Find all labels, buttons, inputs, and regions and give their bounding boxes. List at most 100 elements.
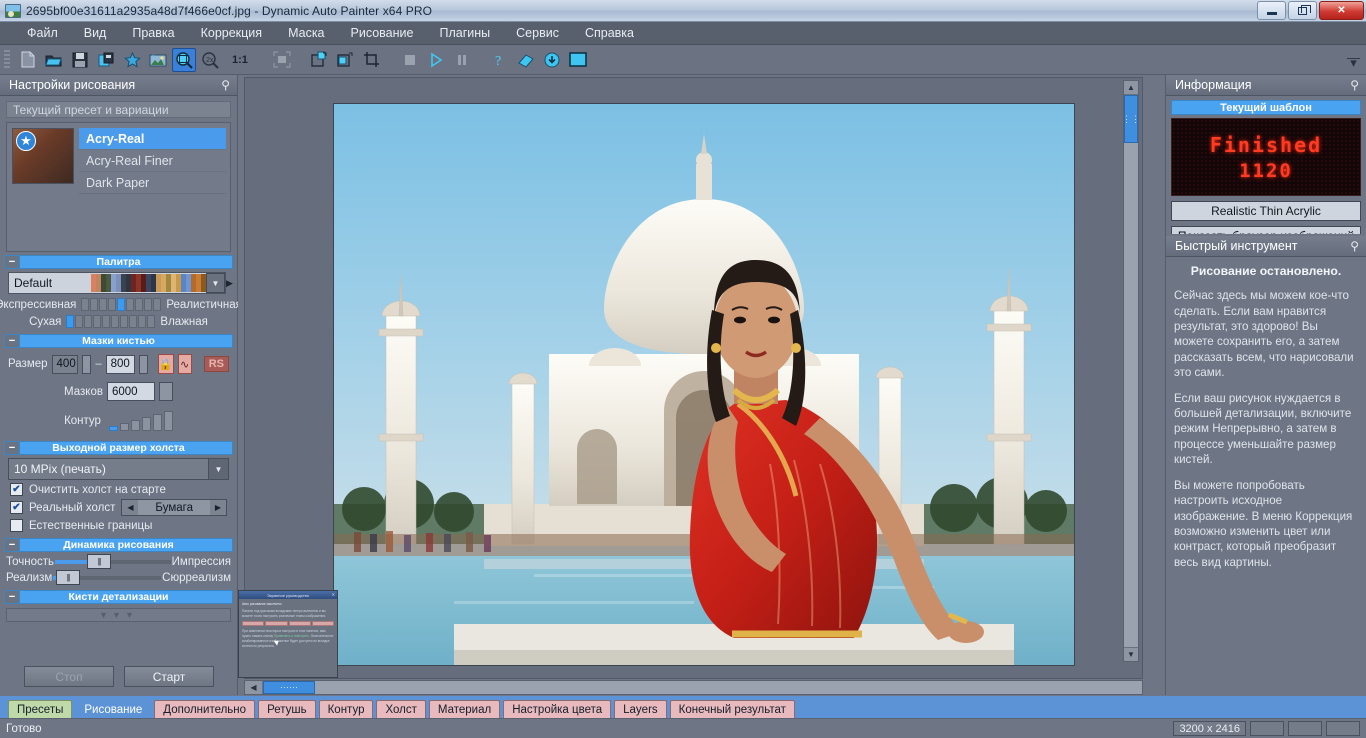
- scroll-up-icon[interactable]: ▲: [1124, 81, 1138, 95]
- panel-scroll-indicator[interactable]: ▼▼▼: [6, 608, 231, 622]
- chevron-down-icon[interactable]: ▼: [208, 459, 228, 479]
- expressive-tick-3[interactable]: [108, 298, 117, 311]
- start-button[interactable]: Старт: [124, 666, 214, 687]
- collapse-icon[interactable]: −: [5, 539, 20, 551]
- dry-tick-8[interactable]: [138, 315, 147, 328]
- chevron-down-icon[interactable]: ▼: [206, 273, 225, 293]
- dry-tickbar[interactable]: [66, 315, 156, 328]
- palette-expand-icon[interactable]: ▶: [226, 278, 233, 289]
- brush-size-min-input[interactable]: 400: [51, 354, 79, 374]
- brush-size-max-input[interactable]: 800: [105, 354, 135, 374]
- prev-material-icon[interactable]: ◀: [122, 500, 139, 515]
- strokes-count-input[interactable]: 6000: [106, 382, 155, 401]
- menu-item-service[interactable]: Сервис: [503, 24, 572, 42]
- contour-bar-4[interactable]: [152, 414, 162, 431]
- book-icon[interactable]: [514, 48, 538, 72]
- pin-icon[interactable]: ⚲: [1350, 239, 1359, 253]
- artwork-image[interactable]: [333, 103, 1075, 666]
- minimize-button[interactable]: [1257, 1, 1286, 20]
- crop-icon[interactable]: [360, 48, 384, 72]
- zoom-in-icon[interactable]: [172, 47, 196, 72]
- close-button[interactable]: ✕: [1319, 1, 1364, 20]
- canvas-vertical-scrollbar[interactable]: ▲ ▼: [1123, 80, 1139, 662]
- toolbar-grip[interactable]: [4, 49, 10, 70]
- expressive-tick-7[interactable]: [144, 298, 153, 311]
- collapse-icon[interactable]: −: [5, 256, 20, 268]
- tab-final-result[interactable]: Конечный результат: [669, 700, 795, 718]
- collapse-icon[interactable]: −: [5, 591, 20, 603]
- scroll-down-icon[interactable]: ▼: [1124, 647, 1138, 661]
- contour-bar-5[interactable]: [163, 411, 173, 431]
- dry-tick-2[interactable]: [84, 315, 93, 328]
- strokes-count-stepper[interactable]: [158, 382, 173, 401]
- play-icon[interactable]: [424, 48, 448, 72]
- tab-layers[interactable]: Layers: [614, 700, 667, 718]
- dry-tick-5[interactable]: [111, 315, 120, 328]
- tab-presets[interactable]: Пресеты: [8, 700, 73, 718]
- menu-item-view[interactable]: Вид: [71, 24, 120, 42]
- pin-icon[interactable]: ⚲: [221, 78, 230, 92]
- canvas-material-stepper[interactable]: ◀ Бумага ▶: [121, 499, 227, 516]
- canvas-horizontal-scrollbar[interactable]: ◀: [244, 680, 1143, 695]
- expressive-tick-8[interactable]: [153, 298, 162, 311]
- tab-additional[interactable]: Дополнительно: [154, 700, 256, 718]
- brush-size-min-stepper[interactable]: [82, 354, 92, 374]
- dry-tick-7[interactable]: [129, 315, 138, 328]
- menu-item-help[interactable]: Справка: [572, 24, 647, 42]
- contour-bar-0[interactable]: [108, 426, 118, 431]
- next-material-icon[interactable]: ▶: [210, 500, 226, 515]
- palette-group-header[interactable]: − Палитра: [4, 255, 233, 269]
- expressive-tick-5[interactable]: [126, 298, 135, 311]
- favorite-star-icon[interactable]: ★: [16, 131, 36, 151]
- new-document-icon[interactable]: [16, 48, 40, 72]
- menu-item-file[interactable]: Файл: [14, 24, 71, 42]
- preset-item-acry-real[interactable]: Acry-Real: [79, 128, 226, 150]
- stop-button[interactable]: Стоп: [24, 666, 114, 687]
- image-adjust-icon[interactable]: [146, 48, 170, 72]
- contour-size-selector[interactable]: [108, 411, 173, 431]
- open-folder-icon[interactable]: [42, 48, 66, 72]
- dry-tick-9[interactable]: [147, 315, 156, 328]
- guide-apply-link[interactable]: Применить и повторить.: [274, 634, 310, 638]
- dynamics-group-header[interactable]: − Динамика рисования: [4, 538, 233, 552]
- template-name-button[interactable]: Realistic Thin Acrylic: [1171, 201, 1361, 221]
- natural-borders-checkbox[interactable]: [10, 519, 23, 532]
- tab-canvas[interactable]: Холст: [376, 700, 426, 718]
- expressive-tick-4[interactable]: [117, 298, 126, 311]
- show-image-browser-button[interactable]: Показать браузер изображений: [1171, 226, 1361, 234]
- expressive-tick-1[interactable]: [90, 298, 99, 311]
- menu-item-mask[interactable]: Маска: [275, 24, 337, 42]
- curve-icon[interactable]: ∿: [177, 354, 192, 374]
- favorite-star-icon[interactable]: [120, 48, 144, 72]
- rs-badge[interactable]: RS: [203, 356, 229, 372]
- toolbar-overflow-icon[interactable]: — ▾: [1347, 51, 1360, 69]
- tab-retouch[interactable]: Ретушь: [258, 700, 316, 718]
- close-icon[interactable]: ✕: [332, 592, 335, 597]
- clear-canvas-checkbox[interactable]: ✔: [10, 483, 23, 496]
- palette-combo[interactable]: Default ▼: [8, 272, 226, 294]
- zoom-out-icon[interactable]: 2x: [198, 48, 222, 72]
- lock-icon[interactable]: 🔒: [157, 354, 174, 374]
- contour-bar-3[interactable]: [141, 417, 151, 431]
- expressive-tick-2[interactable]: [99, 298, 108, 311]
- contour-bar-2[interactable]: [130, 420, 140, 431]
- window-icon[interactable]: [566, 48, 590, 72]
- tab-painting[interactable]: Рисование: [75, 700, 152, 718]
- dry-tick-3[interactable]: [93, 315, 102, 328]
- dry-tick-6[interactable]: [120, 315, 129, 328]
- expressive-tickbar[interactable]: [81, 298, 162, 311]
- download-icon[interactable]: [540, 48, 564, 72]
- maximize-button[interactable]: [1288, 1, 1317, 20]
- realism-slider[interactable]: [53, 570, 162, 585]
- menu-item-plugins[interactable]: Плагины: [426, 24, 503, 42]
- horizontal-scroll-thumb[interactable]: [263, 681, 315, 694]
- menu-item-correction[interactable]: Коррекция: [188, 24, 275, 42]
- canvas-size-combo[interactable]: 10 MPix (печать) ▼: [8, 458, 229, 480]
- save-as-icon[interactable]: [94, 48, 118, 72]
- precision-slider[interactable]: [55, 554, 171, 569]
- canvas-viewport[interactable]: ▲ ▼: [244, 77, 1143, 679]
- collapse-icon[interactable]: −: [5, 442, 20, 454]
- detail-brushes-group-header[interactable]: − Кисти детализации: [4, 590, 233, 604]
- preset-item-dark-paper[interactable]: Dark Paper: [79, 172, 226, 194]
- vertical-scroll-thumb[interactable]: [1124, 95, 1138, 143]
